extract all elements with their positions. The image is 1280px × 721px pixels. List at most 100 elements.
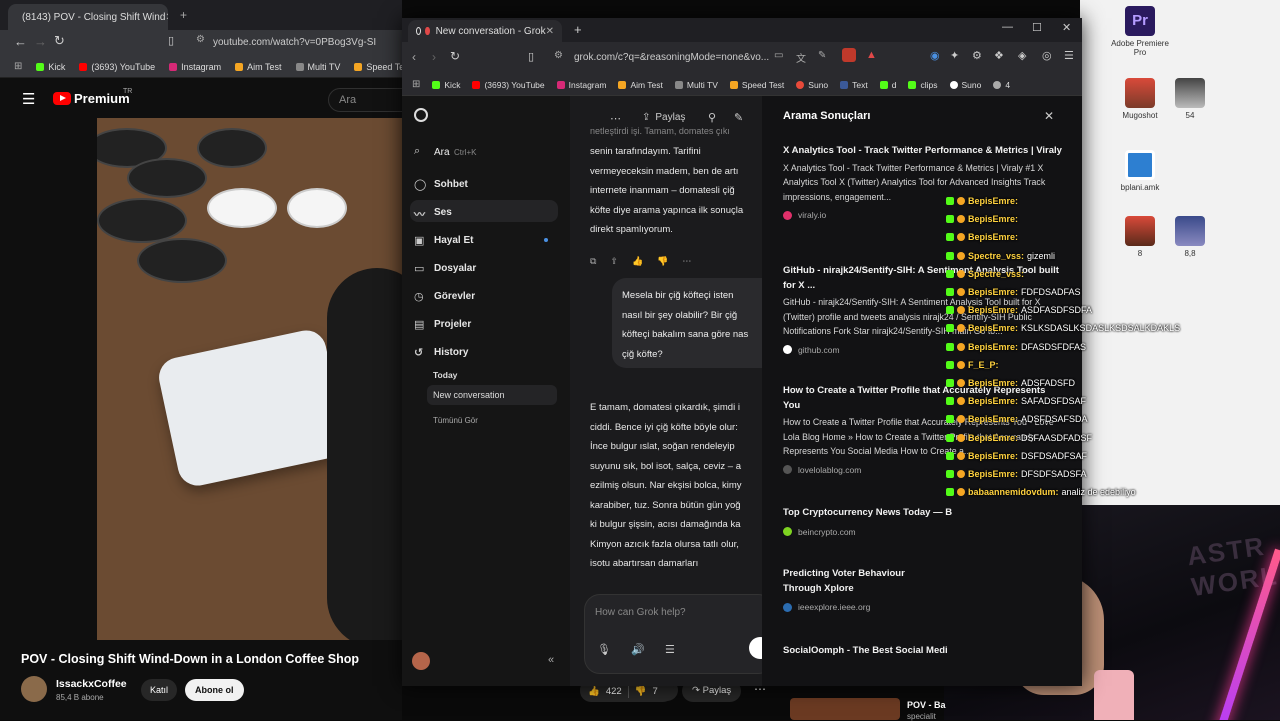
tune-icon[interactable]: ☰ (665, 643, 675, 656)
new-tab-icon[interactable]: + (180, 8, 187, 22)
next-video-thumbnail[interactable] (790, 698, 900, 720)
bookmark-aimtest[interactable]: Aim Test (235, 62, 282, 72)
bookmark-speedtest[interactable]: Speed Test (729, 80, 784, 90)
thumbs-up-icon[interactable]: 👍 (632, 256, 643, 267)
video-player[interactable] (97, 118, 402, 640)
sidebar-item-gorevler[interactable]: ◷ Görevler (414, 290, 475, 304)
site-info-icon[interactable]: ⚙ (554, 50, 563, 61)
bookmark-youtube[interactable]: (3693) YouTube (79, 62, 155, 72)
close-tab-icon[interactable]: ✕ (165, 12, 168, 23)
puzzle-icon[interactable]: ❖ (994, 49, 1004, 62)
close-panel-icon[interactable]: ✕ (1044, 109, 1054, 123)
close-window-icon[interactable]: ✕ (1062, 21, 1071, 34)
bookmark-text[interactable]: Text (840, 80, 868, 90)
youtube-tab[interactable]: (8143) POV - Closing Shift Wind ✕ (8, 4, 168, 30)
sidebar-item-projeler[interactable]: ▤ Projeler (414, 318, 471, 332)
share-icon[interactable]: ⇪ (610, 256, 618, 267)
apps-grid-icon[interactable]: ⊞ (412, 79, 420, 90)
reload-icon[interactable]: ↻ (450, 49, 460, 63)
voice-mode-icon[interactable]: 🔊 (631, 643, 645, 656)
bookmark-youtube[interactable]: (3693) YouTube (472, 80, 545, 90)
join-button[interactable]: Katıl (141, 679, 178, 701)
profile-icon[interactable]: ◎ (1042, 49, 1052, 62)
desktop-icon-bplani[interactable]: bplani.amk (1110, 150, 1170, 192)
next-video-title[interactable]: POV - Ba (907, 700, 946, 710)
close-tab-icon[interactable]: ✕ (546, 26, 554, 37)
bookmark-kick[interactable]: Kick (432, 80, 460, 90)
search-result-item[interactable]: SocialOomph - The Best Social Medi (783, 644, 1063, 659)
translate-icon[interactable]: 文 (796, 50, 806, 65)
shield-icon[interactable]: ◈ (1018, 49, 1026, 62)
grok-logo-icon[interactable] (414, 108, 428, 122)
cast-icon[interactable]: ▭ (774, 50, 783, 61)
desktop-icon-54[interactable]: 54 (1160, 78, 1220, 120)
grok-tab[interactable]: New conversation - Grok ✕ (408, 20, 562, 42)
address-bar[interactable]: grok.com/c?q=&reasoningMode=none&vo... (574, 52, 769, 63)
chat-input-box[interactable]: How can Grok help? 🎙 🔊 ☰ (584, 594, 762, 674)
sidebar-item-hayal-et[interactable]: ▣ Hayal Et (414, 234, 473, 248)
search-button[interactable]: ⌕ Ara Ctrl+K (410, 141, 558, 163)
address-bar[interactable]: youtube.com/watch?v=0PBog3Vg-SI (213, 37, 376, 48)
instagram-icon (556, 80, 565, 89)
extension-triangle-icon[interactable]: ▲ (866, 49, 877, 61)
bookmark-suno[interactable]: Suno (796, 80, 828, 90)
copy-icon[interactable]: ⧉ (590, 256, 596, 267)
bookmark-aimtest[interactable]: Aim Test (618, 79, 663, 90)
bookmark-suno-2[interactable]: Suno (949, 80, 981, 90)
dislike-icon[interactable]: 👎 (635, 686, 647, 697)
sidebar-item-dosyalar[interactable]: ▭ Dosyalar (414, 262, 476, 276)
extension-icon[interactable]: ✦ (950, 49, 959, 62)
settings-icon[interactable]: ⚙ (972, 49, 982, 62)
extension-shield-icon[interactable] (842, 48, 856, 62)
search-result-item[interactable]: Predicting Voter Behaviour Through Xplor… (783, 567, 1063, 612)
bookmark-icon[interactable]: ▯ (168, 34, 174, 47)
chat-text: DFSDFSADSFA (1021, 469, 1087, 479)
like-icon[interactable]: 👍 (588, 686, 600, 697)
youtube-logo-icon[interactable] (53, 92, 71, 105)
bookmark-label: Aim Test (630, 79, 663, 90)
site-info-icon[interactable]: ⚙ (196, 34, 205, 45)
bookmark-label: clips (920, 79, 938, 90)
minimize-icon[interactable]: — (1002, 21, 1013, 33)
history-see-all[interactable]: Tümünü Gör (433, 416, 478, 425)
thumbs-down-icon[interactable]: 👎 (657, 256, 668, 267)
menu-icon[interactable]: ☰ (22, 90, 35, 108)
edit-icon[interactable]: ✎ (818, 50, 826, 61)
bookmark-multitv[interactable]: Multi TV (674, 80, 718, 90)
bookmark-4[interactable]: 4 (993, 80, 1010, 90)
bookmark-kick[interactable]: Kick (36, 62, 65, 72)
bookmark-clips[interactable]: clips (908, 79, 938, 90)
avatar[interactable] (21, 676, 47, 702)
send-button[interactable] (749, 637, 762, 659)
youtube-search-input[interactable]: Ara (328, 88, 408, 112)
sidebar-item-sohbet[interactable]: ◯ Sohbet (414, 178, 468, 192)
search-panel-title: Arama Sonuçları (783, 110, 871, 122)
menu-icon[interactable]: ☰ (1064, 49, 1074, 62)
microphone-icon[interactable]: 🎙 (597, 643, 611, 656)
collapse-sidebar-icon[interactable]: « (548, 654, 554, 666)
sidebar-item-label: Ses (434, 206, 452, 218)
audio-playing-icon[interactable]: ◉ (930, 49, 940, 62)
bookmark-icon[interactable]: ▯ (528, 50, 534, 63)
sidebar-item-ses[interactable]: 〰 Ses (414, 206, 452, 222)
reload-icon[interactable]: ↻ (54, 33, 65, 49)
bookmark-instagram[interactable]: Instagram (556, 80, 606, 90)
history-item-current[interactable]: New conversation (433, 390, 505, 400)
new-tab-icon[interactable]: + (574, 22, 582, 37)
desktop-icon-premiere[interactable]: Pr Adobe Premiere Pro (1110, 6, 1170, 57)
back-icon[interactable]: ‹ (412, 50, 416, 64)
avatar[interactable] (412, 652, 430, 670)
bookmark-d[interactable]: d (879, 80, 896, 90)
subscribe-button[interactable]: Abone ol (185, 679, 244, 701)
more-options-icon[interactable]: ⋯ (682, 256, 691, 267)
channel-name[interactable]: IssackxCoffee (56, 678, 127, 690)
apps-grid-icon[interactable]: ⊞ (14, 61, 22, 72)
bookmark-multitv[interactable]: Multi TV (295, 62, 340, 72)
forward-icon[interactable]: → (34, 34, 47, 49)
search-result-item[interactable]: Top Cryptocurrency News Today — B beincr… (783, 506, 1063, 537)
bookmark-instagram[interactable]: Instagram (169, 62, 221, 72)
forward-icon[interactable]: › (432, 50, 436, 64)
sidebar-item-history[interactable]: ↺ History (414, 346, 468, 360)
maximize-icon[interactable]: ☐ (1032, 21, 1042, 34)
back-icon[interactable]: ← (14, 34, 27, 49)
